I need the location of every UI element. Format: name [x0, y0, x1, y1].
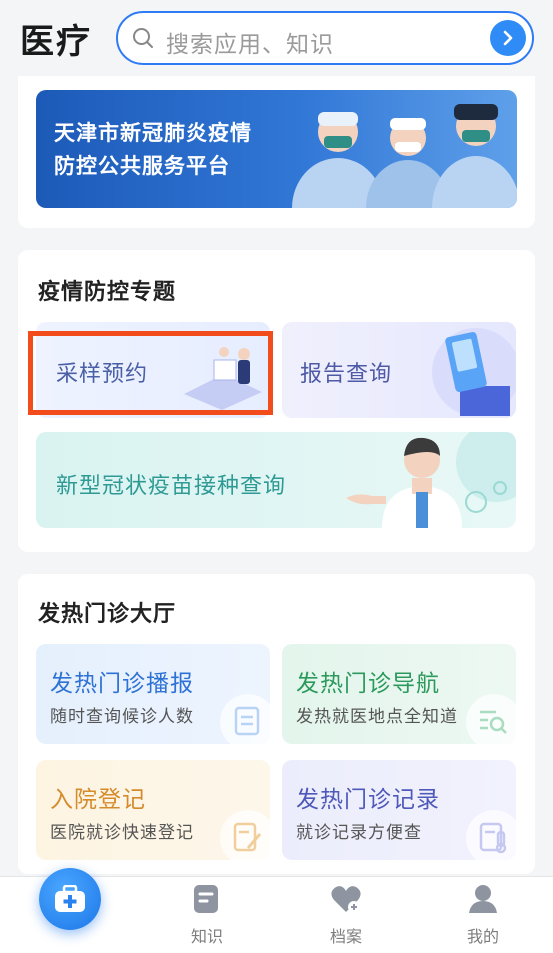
epidemic-topics-card: 疫情防控专题 采样预约 报告查询 新型冠状疫苗接种查询 — [18, 250, 535, 552]
thermometer-doc-icon — [479, 822, 507, 854]
banner-line2: 防控公共服务平台 — [54, 154, 230, 178]
heart-file-icon — [331, 886, 361, 913]
sampling-appointment-label: 采样预约 — [56, 362, 149, 387]
fever-navigation-label: 发热门诊导航 — [296, 671, 440, 697]
thermometer-doc-icon-wrap — [466, 810, 516, 860]
fever-broadcast-tile[interactable]: 发热门诊播报 随时查询候诊人数 — [36, 644, 270, 744]
search-go-button[interactable] — [490, 20, 526, 56]
doctor-illustration — [346, 432, 516, 528]
fever-clinic-card: 发热门诊大厅 发热门诊播报 随时查询候诊人数 发热门诊导航 发热就医地点全知道 … — [18, 574, 535, 874]
search-placeholder[interactable]: 搜索应用、知识 — [166, 25, 334, 59]
search-list-icon — [480, 710, 507, 734]
report-query-tile[interactable]: 报告查询 — [282, 322, 516, 418]
section-title-fever: 发热门诊大厅 — [38, 602, 177, 627]
banner-line1: 天津市新冠肺炎疫情 — [54, 121, 252, 145]
queue-doc-icon-wrap — [220, 694, 270, 744]
knowledge-icon — [194, 885, 218, 913]
medical-home-button[interactable] — [39, 868, 101, 930]
fever-record-tile[interactable]: 发热门诊记录 就诊记录方便查 — [282, 760, 516, 860]
search-list-icon-wrap — [466, 694, 516, 744]
nav-label-mine: 我的 — [466, 927, 499, 946]
header: 医疗 搜索应用、知识 — [0, 0, 553, 80]
nav-label-knowledge: 知识 — [190, 927, 223, 946]
fever-navigation-sub: 发热就医地点全知道 — [296, 707, 458, 727]
queue-doc-icon — [234, 706, 260, 736]
nav-item-files[interactable]: 档案 — [306, 877, 386, 953]
chevron-right-icon — [503, 30, 513, 46]
page-title: 医疗 — [20, 22, 92, 62]
admission-registration-sub: 医院就诊快速登记 — [50, 823, 194, 843]
medical-kit-icon — [55, 885, 85, 912]
vaccine-query-tile[interactable]: 新型冠状疫苗接种查询 — [36, 432, 516, 528]
admission-registration-label: 入院登记 — [50, 787, 146, 813]
edit-doc-icon — [233, 822, 262, 852]
fever-broadcast-label: 发热门诊播报 — [50, 671, 194, 697]
sampling-appointment-tile[interactable]: 采样预约 — [36, 322, 270, 418]
fever-navigation-tile[interactable]: 发热门诊导航 发热就医地点全知道 — [282, 644, 516, 744]
report-query-label: 报告查询 — [300, 362, 393, 387]
fever-record-label: 发热门诊记录 — [296, 787, 440, 813]
search-bar[interactable]: 搜索应用、知识 — [116, 11, 534, 65]
report-phone-illustration — [432, 328, 516, 416]
sampling-illustration — [184, 347, 262, 410]
edit-doc-icon-wrap — [220, 810, 270, 860]
vaccine-query-label: 新型冠状疫苗接种查询 — [56, 474, 287, 499]
epidemic-platform-banner[interactable]: 天津市新冠肺炎疫情 防控公共服务平台 — [36, 90, 517, 208]
user-icon — [469, 885, 497, 913]
fever-record-sub: 就诊记录方便查 — [296, 823, 422, 843]
banner-card: 天津市新冠肺炎疫情 防控公共服务平台 — [18, 76, 535, 228]
nav-item-mine[interactable]: 我的 — [443, 877, 523, 953]
search-icon — [133, 28, 153, 48]
fever-broadcast-sub: 随时查询候诊人数 — [50, 707, 194, 727]
medical-staff-illustration — [292, 104, 517, 208]
nav-label-files: 档案 — [329, 927, 362, 946]
nav-item-knowledge[interactable]: 知识 — [167, 877, 247, 953]
section-title-epidemic: 疫情防控专题 — [38, 280, 177, 305]
admission-registration-tile[interactable]: 入院登记 医院就诊快速登记 — [36, 760, 270, 860]
